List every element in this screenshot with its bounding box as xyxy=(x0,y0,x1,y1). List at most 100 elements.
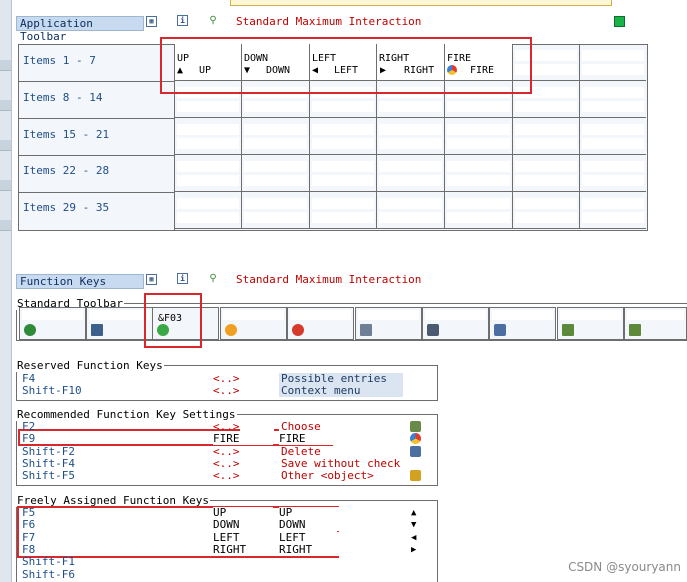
item-cell[interactable] xyxy=(444,155,512,192)
item-field[interactable] xyxy=(177,175,239,186)
item-field[interactable] xyxy=(379,161,442,172)
item-cell[interactable] xyxy=(241,118,309,155)
item-field[interactable] xyxy=(312,138,374,149)
item-field[interactable] xyxy=(582,161,644,172)
item-field[interactable] xyxy=(177,212,239,223)
item-field[interactable] xyxy=(582,50,644,61)
item-field[interactable] xyxy=(582,101,644,112)
item-field[interactable] xyxy=(312,175,374,186)
item-field[interactable] xyxy=(582,198,644,209)
item-field[interactable] xyxy=(177,138,239,149)
item-cell[interactable] xyxy=(579,81,646,118)
item-field[interactable] xyxy=(515,212,577,223)
item-field[interactable] xyxy=(515,175,577,186)
item-cell[interactable] xyxy=(512,118,579,155)
function-text-field[interactable]: Delete xyxy=(279,445,403,458)
item-cell[interactable] xyxy=(444,118,512,155)
toolbar-button[interactable] xyxy=(355,307,422,340)
toolbar-button[interactable] xyxy=(220,307,287,340)
function-code-field[interactable] xyxy=(290,310,351,320)
item-field[interactable] xyxy=(244,212,307,223)
item-cell[interactable] xyxy=(579,44,646,81)
item-cell[interactable] xyxy=(174,155,241,192)
info-icon[interactable]: i xyxy=(177,273,188,284)
function-text-field[interactable]: Save without check xyxy=(279,457,403,470)
item-cell[interactable] xyxy=(376,118,444,155)
toolbar-button[interactable] xyxy=(422,307,489,340)
function-text-field[interactable]: Other <object> xyxy=(279,470,403,483)
item-field[interactable] xyxy=(379,175,442,186)
item-field[interactable] xyxy=(447,175,510,186)
item-field[interactable] xyxy=(177,161,239,172)
item-field[interactable] xyxy=(515,161,577,172)
toolbar-button[interactable] xyxy=(19,307,86,340)
function-text-field[interactable]: DOWN xyxy=(279,519,401,532)
item-field[interactable] xyxy=(379,138,442,149)
item-field[interactable] xyxy=(379,212,442,223)
toolbar-button[interactable] xyxy=(86,307,153,340)
item-field[interactable] xyxy=(447,124,510,135)
info-icon[interactable]: i xyxy=(177,15,188,26)
item-cell[interactable] xyxy=(579,155,646,192)
function-text-field[interactable]: Context menu xyxy=(279,385,403,397)
item-field[interactable] xyxy=(447,198,510,209)
item-field[interactable] xyxy=(582,124,644,135)
item-field[interactable] xyxy=(515,138,577,149)
toolbar-button[interactable] xyxy=(287,307,354,340)
item-cell[interactable] xyxy=(309,118,376,155)
item-field[interactable] xyxy=(312,161,374,172)
function-code-field[interactable] xyxy=(492,310,553,320)
function-code-field[interactable] xyxy=(223,310,284,320)
item-field[interactable] xyxy=(244,124,307,135)
item-cell[interactable] xyxy=(174,118,241,155)
display-icon[interactable]: ▦ xyxy=(146,16,157,27)
item-field[interactable] xyxy=(582,175,644,186)
item-field[interactable] xyxy=(447,161,510,172)
item-field[interactable] xyxy=(379,101,442,112)
hierarchy-icon[interactable]: ⚲ xyxy=(207,273,219,285)
item-field[interactable] xyxy=(582,64,644,75)
item-cell[interactable] xyxy=(579,118,646,155)
item-field[interactable] xyxy=(515,101,577,112)
item-field[interactable] xyxy=(582,138,644,149)
function-code-field[interactable] xyxy=(22,310,83,320)
toolbar-button[interactable] xyxy=(489,307,556,340)
function-code-field[interactable]: LEFT xyxy=(213,531,273,544)
item-cell[interactable] xyxy=(309,192,376,229)
item-cell[interactable] xyxy=(309,155,376,192)
item-cell[interactable] xyxy=(512,192,579,229)
item-field[interactable] xyxy=(244,101,307,112)
function-code-field[interactable]: RIGHT xyxy=(213,543,273,556)
function-text-field[interactable]: Choose xyxy=(279,421,403,433)
item-field[interactable] xyxy=(379,124,442,135)
item-field[interactable] xyxy=(447,212,510,223)
function-text-field[interactable]: LEFT xyxy=(279,531,401,544)
function-code-field[interactable] xyxy=(358,310,419,320)
item-cell[interactable] xyxy=(444,192,512,229)
item-cell[interactable] xyxy=(241,155,309,192)
function-text-field[interactable]: FIRE xyxy=(279,433,401,446)
toolbar-button[interactable] xyxy=(624,307,687,340)
item-cell[interactable] xyxy=(376,192,444,229)
item-field[interactable] xyxy=(582,212,644,223)
function-code-field[interactable] xyxy=(627,310,684,320)
item-field[interactable] xyxy=(312,101,374,112)
item-cell[interactable] xyxy=(512,155,579,192)
function-text-field[interactable]: UP xyxy=(279,507,401,519)
item-field[interactable] xyxy=(515,124,577,135)
item-cell[interactable] xyxy=(579,192,646,229)
item-field[interactable] xyxy=(312,124,374,135)
toolbar-button[interactable] xyxy=(557,307,624,340)
item-field[interactable] xyxy=(582,87,644,98)
item-field[interactable] xyxy=(379,198,442,209)
display-icon[interactable]: ▦ xyxy=(146,274,157,285)
item-field[interactable] xyxy=(447,101,510,112)
item-field[interactable] xyxy=(244,198,307,209)
item-field[interactable] xyxy=(447,138,510,149)
function-text-field[interactable]: RIGHT xyxy=(279,543,401,556)
function-code-field[interactable]: UP xyxy=(213,507,273,519)
item-field[interactable] xyxy=(177,198,239,209)
item-field[interactable] xyxy=(177,124,239,135)
function-code-field[interactable]: FIRE xyxy=(213,433,273,446)
item-field[interactable] xyxy=(312,212,374,223)
